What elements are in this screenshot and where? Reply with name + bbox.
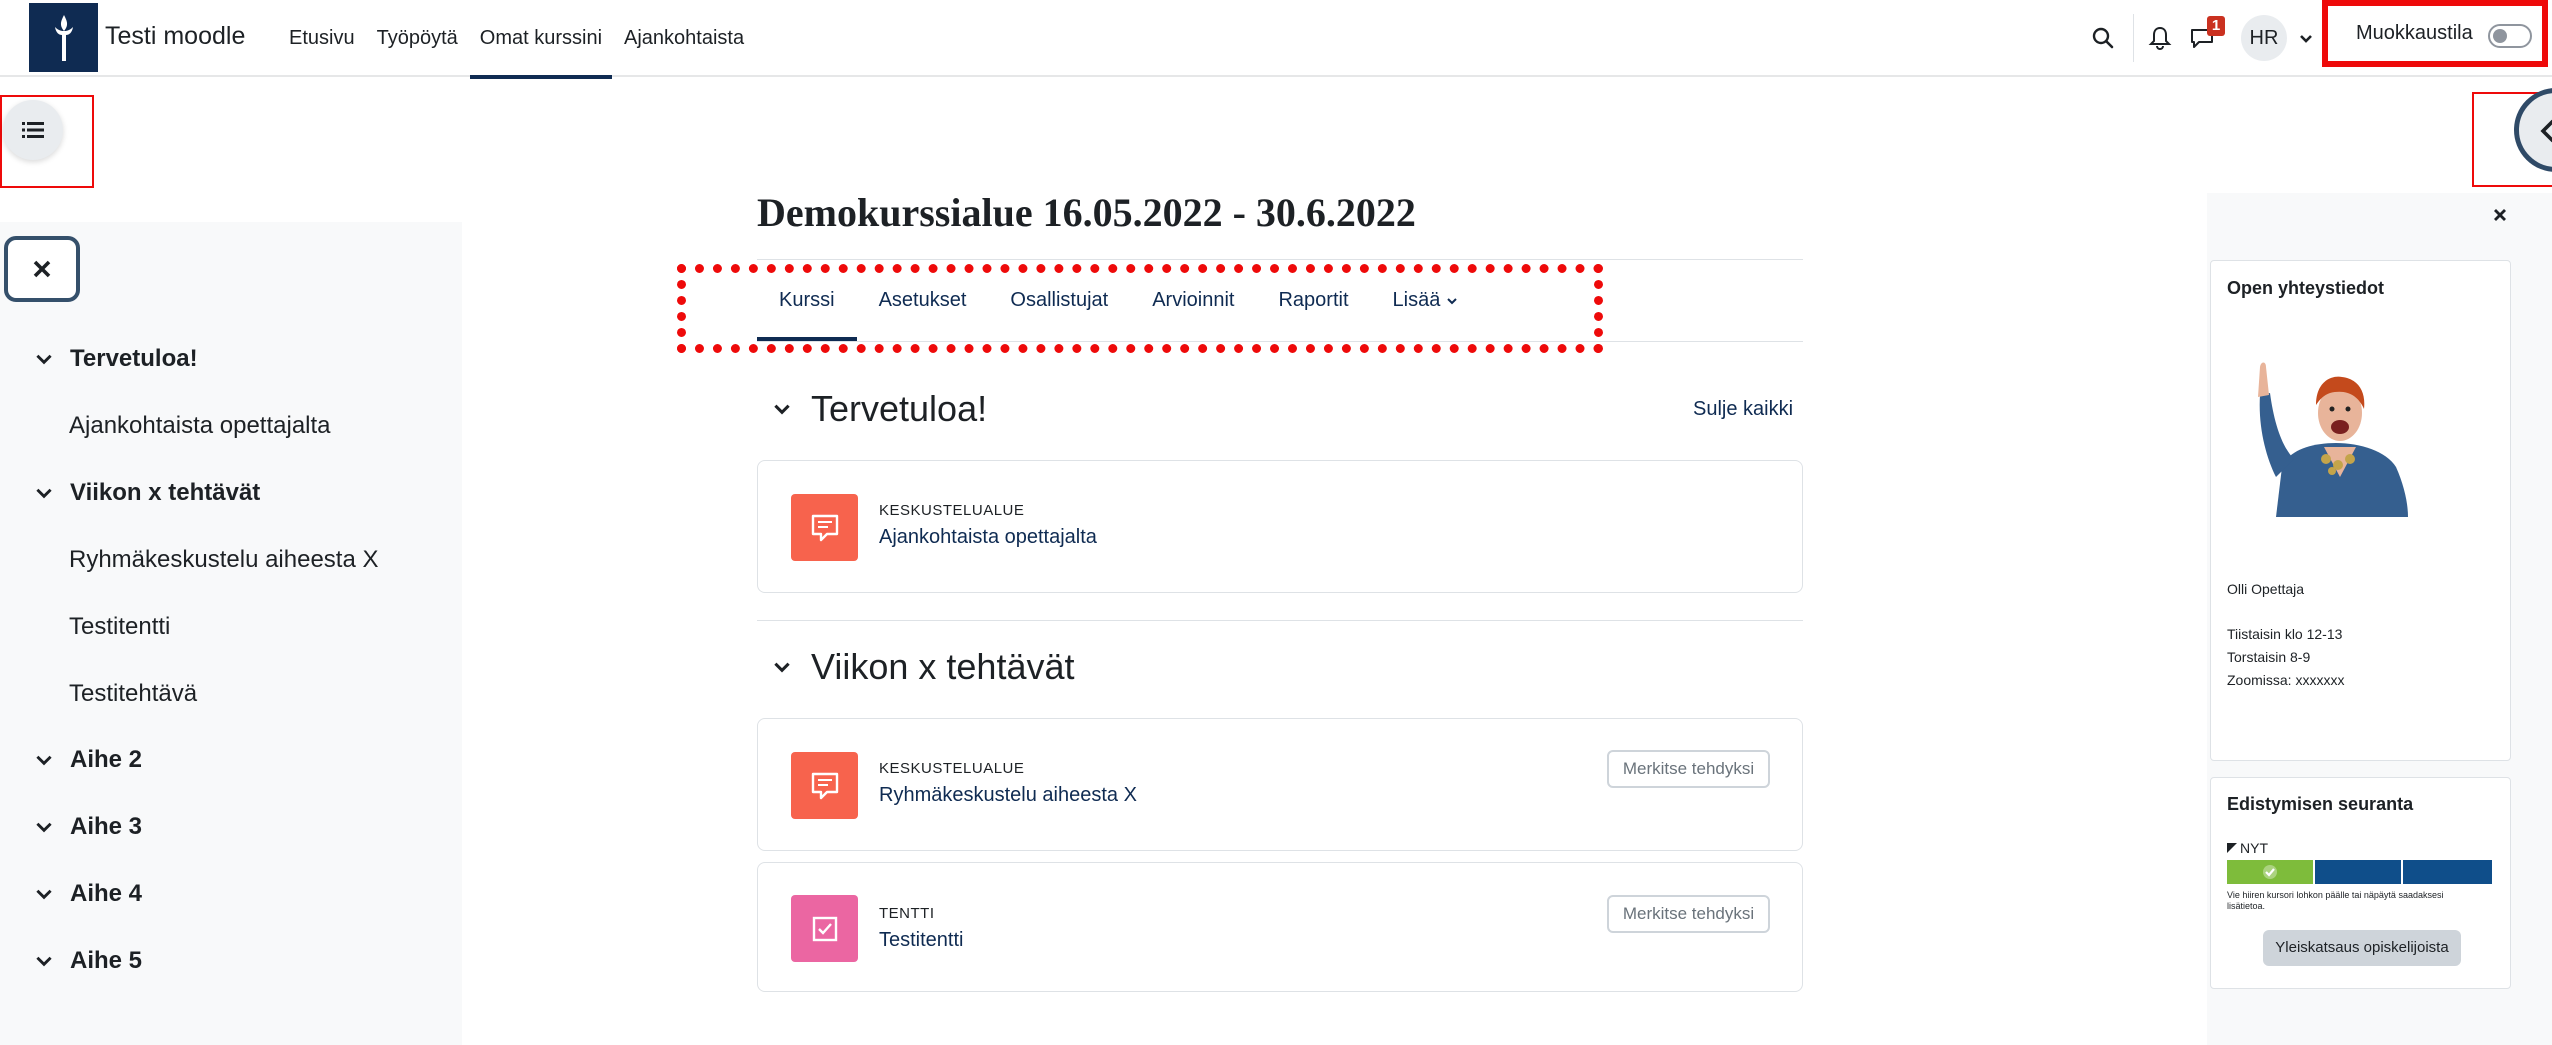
contact-hours-line: Torstaisin 8-9 xyxy=(2227,649,2311,665)
chevron-down-icon xyxy=(2300,35,2312,43)
chevron-down-icon[interactable] xyxy=(33,482,55,504)
block-drawer: Open yhteystiedot Olli Opettaja Tiistais… xyxy=(2207,193,2552,1045)
course-index-section-label: Aihe 5 xyxy=(70,947,143,974)
chevron-down-icon[interactable] xyxy=(33,950,55,972)
flag-icon xyxy=(2227,843,2237,853)
progress-segment-done[interactable] xyxy=(2227,860,2315,884)
edit-mode-switch[interactable]: Muokkaustila xyxy=(2322,0,2548,67)
activity-card: TENTTI Testitentti Merkitse tehdyksi xyxy=(757,862,1803,992)
course-index-activity[interactable]: Ryhmäkeskustelu aiheesta X xyxy=(0,540,379,580)
forum-icon xyxy=(811,514,838,541)
site-logo[interactable] xyxy=(29,3,98,72)
activity-type: KESKUSTELUALUE xyxy=(879,502,1025,519)
page-title: Demokurssialue 16.05.2022 - 30.6.2022 xyxy=(757,190,1416,235)
close-course-index-button[interactable] xyxy=(4,236,80,302)
bell-icon xyxy=(2148,26,2172,51)
search-button[interactable] xyxy=(2085,20,2121,56)
close-icon xyxy=(2494,209,2506,221)
primary-navigation: Etusivu Työpöytä Omat kurssini Ajankohta… xyxy=(289,0,766,79)
activity-type: TENTTI xyxy=(879,905,935,922)
section-header[interactable]: Tervetuloa! xyxy=(771,384,987,434)
teacher-name: Olli Opettaja xyxy=(2227,581,2305,597)
annotation-highlight-course-tabs xyxy=(677,264,1603,353)
list-icon xyxy=(22,122,44,138)
close-block-drawer-button[interactable] xyxy=(2492,207,2512,227)
edit-mode-label: Muokkaustila xyxy=(2356,22,2473,44)
contact-hours-line: Zoomissa: xxxxxxx xyxy=(2227,672,2345,688)
chevron-down-icon[interactable] xyxy=(33,348,55,370)
collapse-all-link[interactable]: Sulje kaikki xyxy=(1693,398,1793,421)
course-index-section[interactable]: Aihe 5 xyxy=(0,941,142,981)
progress-block: Edistymisen seuranta NYT Vie hiiren kurs… xyxy=(2210,777,2511,989)
open-course-index-button[interactable] xyxy=(3,100,63,160)
divider xyxy=(757,620,1803,621)
course-index-section-label: Tervetuloa! xyxy=(70,345,198,372)
course-index-section[interactable]: Aihe 4 xyxy=(0,874,142,914)
user-avatar[interactable]: HR xyxy=(2241,15,2287,61)
user-menu-chevron[interactable] xyxy=(2296,28,2316,48)
contact-hours-line: Tiistaisin klo 12-13 xyxy=(2227,626,2343,642)
activity-card: KESKUSTELUALUE Ryhmäkeskustelu aiheesta … xyxy=(757,718,1803,851)
teacher-photo-image xyxy=(2236,347,2442,517)
section-title: Tervetuloa! xyxy=(811,388,988,429)
course-index-drawer: Tervetuloa! Ajankohtaista opettajalta Vi… xyxy=(0,222,462,1045)
top-navbar: Testi moodle Etusivu Työpöytä Omat kurss… xyxy=(0,0,2552,79)
course-index-section[interactable]: Viikon x tehtävät xyxy=(0,473,260,513)
course-index-section[interactable]: Aihe 2 xyxy=(0,740,142,780)
activity-link[interactable]: Testitentti xyxy=(879,929,963,952)
block-title: Edistymisen seuranta xyxy=(2227,794,2414,814)
section-title: Viikon x tehtävät xyxy=(811,646,1075,687)
chevron-down-icon[interactable] xyxy=(33,749,55,771)
course-index-activity[interactable]: Testitentti xyxy=(0,607,170,647)
nav-omat-kurssini[interactable]: Omat kurssini xyxy=(469,0,613,79)
nav-tyopoyta[interactable]: Työpöytä xyxy=(377,0,458,77)
progress-segment-todo[interactable] xyxy=(2403,860,2492,884)
activity-card: KESKUSTELUALUE Ajankohtaista opettajalta xyxy=(757,460,1803,593)
section-header[interactable]: Viikon x tehtävät xyxy=(771,642,1075,692)
chevron-down-icon[interactable] xyxy=(771,398,793,420)
teacher-photo xyxy=(2236,347,2442,517)
nav-ajankohtaista[interactable]: Ajankohtaista xyxy=(624,0,744,77)
course-index-activity[interactable]: Ajankohtaista opettajalta xyxy=(0,406,331,446)
contact-block: Open yhteystiedot Olli Opettaja Tiistais… xyxy=(2210,260,2511,761)
course-index-section[interactable]: Tervetuloa! xyxy=(0,339,198,379)
progress-now-label: NYT xyxy=(2240,840,2268,856)
progress-hint: Vie hiiren kursori lohkon päälle tai näp… xyxy=(2227,890,2444,911)
quiz-icon xyxy=(812,916,837,941)
close-icon xyxy=(33,260,51,278)
torch-logo-icon xyxy=(54,14,73,61)
block-title: Open yhteystiedot xyxy=(2227,278,2385,298)
site-name[interactable]: Testi moodle xyxy=(105,22,245,51)
course-index-section-label: Aihe 4 xyxy=(70,880,143,907)
forum-activity-icon xyxy=(791,494,858,561)
activity-type: KESKUSTELUALUE xyxy=(879,760,1025,777)
progress-bar[interactable] xyxy=(2227,860,2492,884)
notifications-button[interactable] xyxy=(2142,20,2178,56)
messages-badge: 1 xyxy=(2207,16,2225,36)
chevron-down-icon[interactable] xyxy=(33,883,55,905)
chevron-left-icon xyxy=(2540,119,2552,143)
progress-segment-todo[interactable] xyxy=(2315,860,2403,884)
course-index-activity[interactable]: Testitehtävä xyxy=(0,674,197,714)
overview-of-students-button[interactable]: Yleiskatsaus opiskelijoista xyxy=(2263,930,2461,966)
edit-mode-toggle[interactable] xyxy=(2488,24,2532,48)
chevron-down-icon[interactable] xyxy=(771,656,793,678)
activity-link[interactable]: Ajankohtaista opettajalta xyxy=(879,526,1097,549)
nav-etusivu[interactable]: Etusivu xyxy=(289,0,355,77)
forum-activity-icon xyxy=(791,752,858,819)
course-index-section[interactable]: Aihe 3 xyxy=(0,807,142,847)
mark-as-done-button[interactable]: Merkitse tehdyksi xyxy=(1607,750,1770,788)
course-index-section-label: Aihe 2 xyxy=(70,746,143,773)
forum-icon xyxy=(811,772,838,799)
search-icon xyxy=(2092,27,2114,49)
navbar-divider xyxy=(2133,14,2134,62)
activity-link[interactable]: Ryhmäkeskustelu aiheesta X xyxy=(879,784,1137,807)
course-index-section-label: Viikon x tehtävät xyxy=(70,479,261,506)
checkmark-icon xyxy=(2263,865,2277,879)
progress-now-marker: NYT xyxy=(2227,840,2268,856)
course-index-section-label: Aihe 3 xyxy=(70,813,143,840)
quiz-activity-icon xyxy=(791,895,858,962)
mark-as-done-button[interactable]: Merkitse tehdyksi xyxy=(1607,895,1770,933)
chevron-down-icon[interactable] xyxy=(33,816,55,838)
